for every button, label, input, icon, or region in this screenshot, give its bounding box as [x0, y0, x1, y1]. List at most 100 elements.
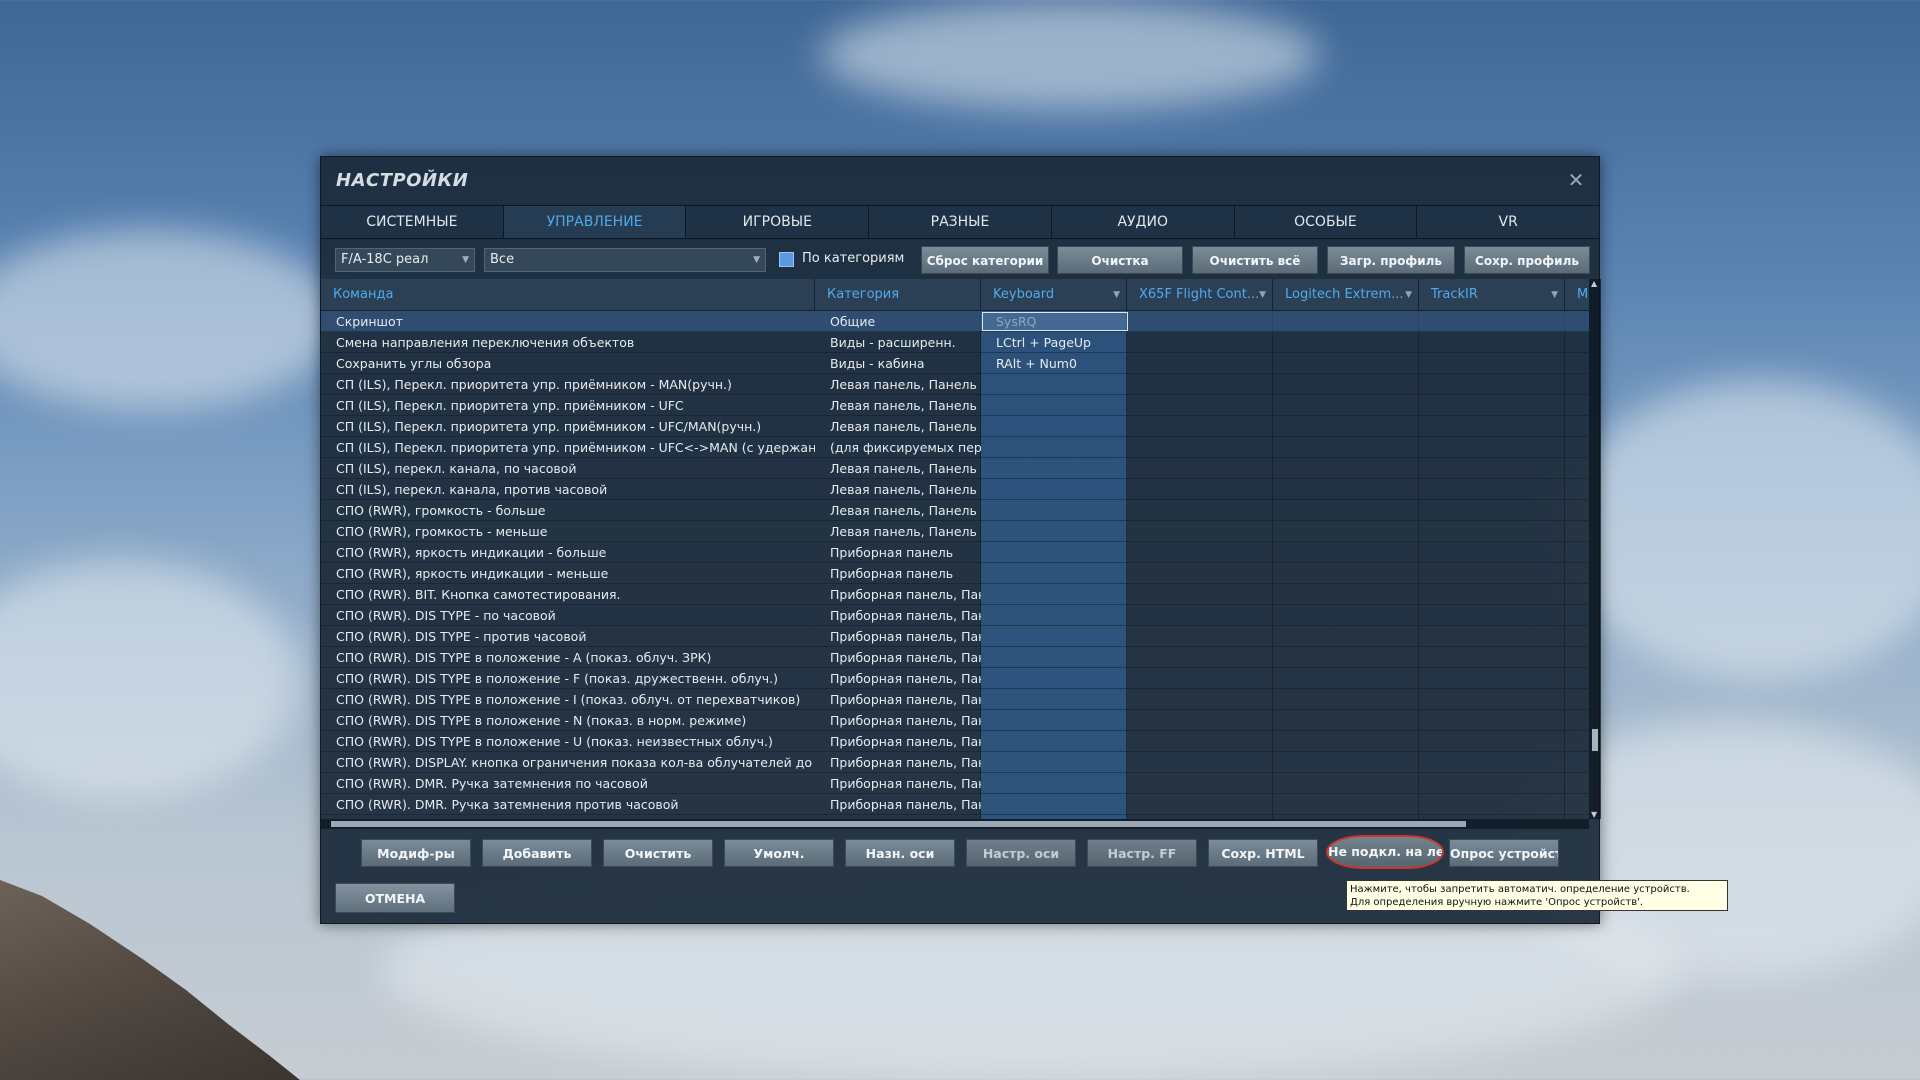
default-button[interactable]: Умолч. — [724, 839, 834, 867]
scroll-down-icon[interactable]: ▼ — [1591, 810, 1597, 819]
by-categories-checkbox[interactable] — [779, 252, 794, 267]
table-row[interactable]: СП (ILS), перекл. канала, против часовой… — [321, 479, 1589, 500]
tab-system[interactable]: СИСТЕМНЫЕ — [321, 206, 504, 238]
table-row[interactable]: СПО (RWR). DMR. Ручка затемнения против … — [321, 794, 1589, 815]
header-x65f[interactable]: X65F Flight Cont... ▼ — [1127, 279, 1273, 311]
table-row[interactable]: Смена направления переключения объектов В… — [321, 332, 1589, 353]
command-cell: СПО (RWR). DIS TYPE - против часовой — [336, 629, 587, 644]
table-row[interactable]: СПО (RWR). DIS TYPE в положение - A (пок… — [321, 647, 1589, 668]
header-logitech[interactable]: Logitech Extrem... ▼ — [1273, 279, 1419, 311]
cancel-button[interactable]: ОТМЕНА — [335, 883, 455, 913]
horizontal-scroll-thumb[interactable] — [331, 821, 1466, 827]
table-row[interactable]: СПО (RWR). DIS TYPE в положение - F (пок… — [321, 668, 1589, 689]
background-cloud — [0, 230, 340, 410]
command-cell: СПО (RWR), громкость - больше — [336, 503, 546, 518]
tab-special[interactable]: ОСОБЫЕ — [1234, 206, 1418, 238]
save-profile-button[interactable]: Сохр. профиль — [1464, 246, 1590, 274]
tab-bar: СИСТЕМНЫЕ УПРАВЛЕНИЕ ИГРОВЫЕ РАЗНЫЕ АУДИ… — [321, 205, 1600, 239]
table-row[interactable]: СПО (RWR). DIS TYPE - против часовой Приб… — [321, 626, 1589, 647]
table-row[interactable]: СП (ILS), Перекл. приоритета упр. приёмн… — [321, 395, 1589, 416]
header-next-device[interactable]: M — [1565, 279, 1589, 311]
category-cell: Левая панель, Панель у — [830, 398, 981, 413]
table-row[interactable]: СП (ILS), Перекл. приоритета упр. приёмн… — [321, 437, 1589, 458]
horizontal-scrollbar[interactable] — [321, 819, 1589, 829]
category-cell: Приборная панель, Пане — [830, 776, 981, 791]
clear-category-button[interactable]: Очистка категории — [1057, 246, 1183, 296]
table-row[interactable]: СПО (RWR), яркость индикации - больше При… — [321, 542, 1589, 563]
aircraft-select[interactable]: F/A-18C реал ▼ — [335, 248, 475, 272]
keyboard-binding-cell — [981, 773, 1127, 794]
axis-assign-button[interactable]: Назн. оси — [845, 839, 955, 867]
vertical-scroll-thumb[interactable] — [1592, 729, 1598, 751]
table-row[interactable]: СПО (RWR). DIS TYPE в положение - I (пок… — [321, 689, 1589, 710]
poll-devices-button[interactable]: Опрос устройств — [1449, 839, 1559, 867]
add-button[interactable]: Добавить — [482, 839, 592, 867]
header-keyboard[interactable]: Keyboard ▼ — [981, 279, 1127, 311]
category-select[interactable]: Все ▼ — [484, 248, 766, 272]
tooltip-line-2: Для определения вручную нажмите 'Опрос у… — [1350, 897, 1644, 908]
chevron-down-icon: ▼ — [1551, 290, 1558, 300]
keyboard-binding-cell — [981, 458, 1127, 479]
table-row[interactable]: СПО (RWR). DMR. Ручка затемнения по часо… — [321, 773, 1589, 794]
keyboard-binding-cell — [981, 374, 1127, 395]
load-profile-button[interactable]: Загр. профиль — [1327, 246, 1455, 274]
tab-vr[interactable]: VR — [1417, 206, 1600, 238]
clear-button[interactable]: Очистить — [603, 839, 713, 867]
table-row[interactable]: СП (ILS), Перекл. приоритета упр. приёмн… — [321, 416, 1589, 437]
background-cloud — [0, 560, 300, 800]
dialog-title: НАСТРОЙКИ — [336, 170, 469, 191]
table-row[interactable]: СПО (RWR). DIS TYPE в положение - N (пок… — [321, 710, 1589, 731]
table-row[interactable]: Сохранить углы обзора Виды - кабина RAlt +… — [321, 353, 1589, 374]
save-html-button[interactable]: Сохр. HTML — [1208, 839, 1318, 867]
settings-dialog: НАСТРОЙКИ ✕ СИСТЕМНЫЕ УПРАВЛЕНИЕ ИГРОВЫЕ… — [320, 156, 1601, 924]
ff-tune-button[interactable]: Настр. FF — [1087, 839, 1197, 867]
tab-controls[interactable]: УПРАВЛЕНИЕ — [503, 206, 687, 238]
keyboard-binding-cell — [981, 668, 1127, 689]
table-row[interactable]: СПО (RWR), громкость - больше Левая панел… — [321, 500, 1589, 521]
tab-misc[interactable]: РАЗНЫЕ — [869, 206, 1052, 238]
keyboard-binding-cell — [981, 563, 1127, 584]
table-row[interactable]: СПО (RWR). DIS TYPE в положение - U (пок… — [321, 731, 1589, 752]
table-row[interactable]: Скриншот Общие SysRQ — [321, 311, 1589, 332]
bindings-table: Команда Категория Keyboard ▼ X65F Flight… — [321, 279, 1589, 819]
header-command[interactable]: Команда — [321, 279, 815, 311]
scroll-up-icon[interactable]: ▲ — [1591, 279, 1597, 288]
command-cell: СПО (RWR). DIS TYPE - по часовой — [336, 608, 556, 623]
command-cell: СПО (RWR). DIS TYPE в положение - I (пок… — [336, 692, 801, 707]
tab-audio[interactable]: АУДИО — [1051, 206, 1235, 238]
category-cell: Приборная панель, Пане — [830, 734, 981, 749]
table-row[interactable]: СПО (RWR). DISPLAY. кнопка ограничения п… — [321, 752, 1589, 773]
background-rock — [0, 880, 300, 1080]
category-cell: Приборная панель, Пане — [830, 713, 981, 728]
background-cloud — [1560, 380, 1920, 680]
table-body: Скриншот Общие SysRQ Смена направления пере… — [321, 311, 1589, 815]
keyboard-binding-cell — [981, 731, 1127, 752]
reset-category-button[interactable]: Сброс категории — [921, 246, 1049, 274]
command-cell: СПО (RWR), яркость индикации - больше — [336, 545, 607, 560]
close-icon[interactable]: ✕ — [1565, 169, 1587, 191]
keyboard-binding-cell: SysRQ — [996, 314, 1037, 329]
tab-gameplay[interactable]: ИГРОВЫЕ — [686, 206, 870, 238]
category-cell: Виды - кабина — [830, 356, 925, 371]
table-row[interactable]: СПО (RWR). BIT. Кнопка самотестирования.… — [321, 584, 1589, 605]
table-row[interactable]: СП (ILS), Перекл. приоритета упр. приёмн… — [321, 374, 1589, 395]
command-cell: СПО (RWR). DIS TYPE в положение - A (пок… — [336, 650, 712, 665]
command-cell: СПО (RWR). BIT. Кнопка самотестирования. — [336, 587, 621, 602]
keyboard-binding-cell: RAlt + Num0 — [996, 356, 1077, 371]
table-row[interactable]: СПО (RWR), яркость индикации - меньше При… — [321, 563, 1589, 584]
command-cell: СПО (RWR). DIS TYPE в положение - U (пок… — [336, 734, 773, 749]
table-row[interactable]: СП (ILS), перекл. канала, по часовой Лева… — [321, 458, 1589, 479]
table-row[interactable]: СПО (RWR). DIS TYPE - по часовой Приборна… — [321, 605, 1589, 626]
table-row[interactable]: СПО (RWR), громкость - меньше Левая панел… — [321, 521, 1589, 542]
modifiers-button[interactable]: Модиф-ры — [361, 839, 471, 867]
chevron-down-icon: ▼ — [1113, 290, 1120, 300]
category-cell: Левая панель, Панель у — [830, 503, 981, 518]
vertical-scrollbar[interactable]: ▲ ▼ — [1589, 279, 1601, 819]
command-cell: СПО (RWR), громкость - меньше — [336, 524, 548, 539]
axis-tune-button[interactable]: Настр. оси — [966, 839, 1076, 867]
clear-all-button[interactable]: Очистить всё — [1192, 246, 1318, 274]
header-category[interactable]: Категория — [815, 279, 981, 311]
header-trackir[interactable]: TrackIR ▼ — [1419, 279, 1565, 311]
keyboard-binding-cell — [981, 395, 1127, 416]
disable-hotplug-button[interactable]: Не подкл. на лету — [1326, 835, 1444, 869]
